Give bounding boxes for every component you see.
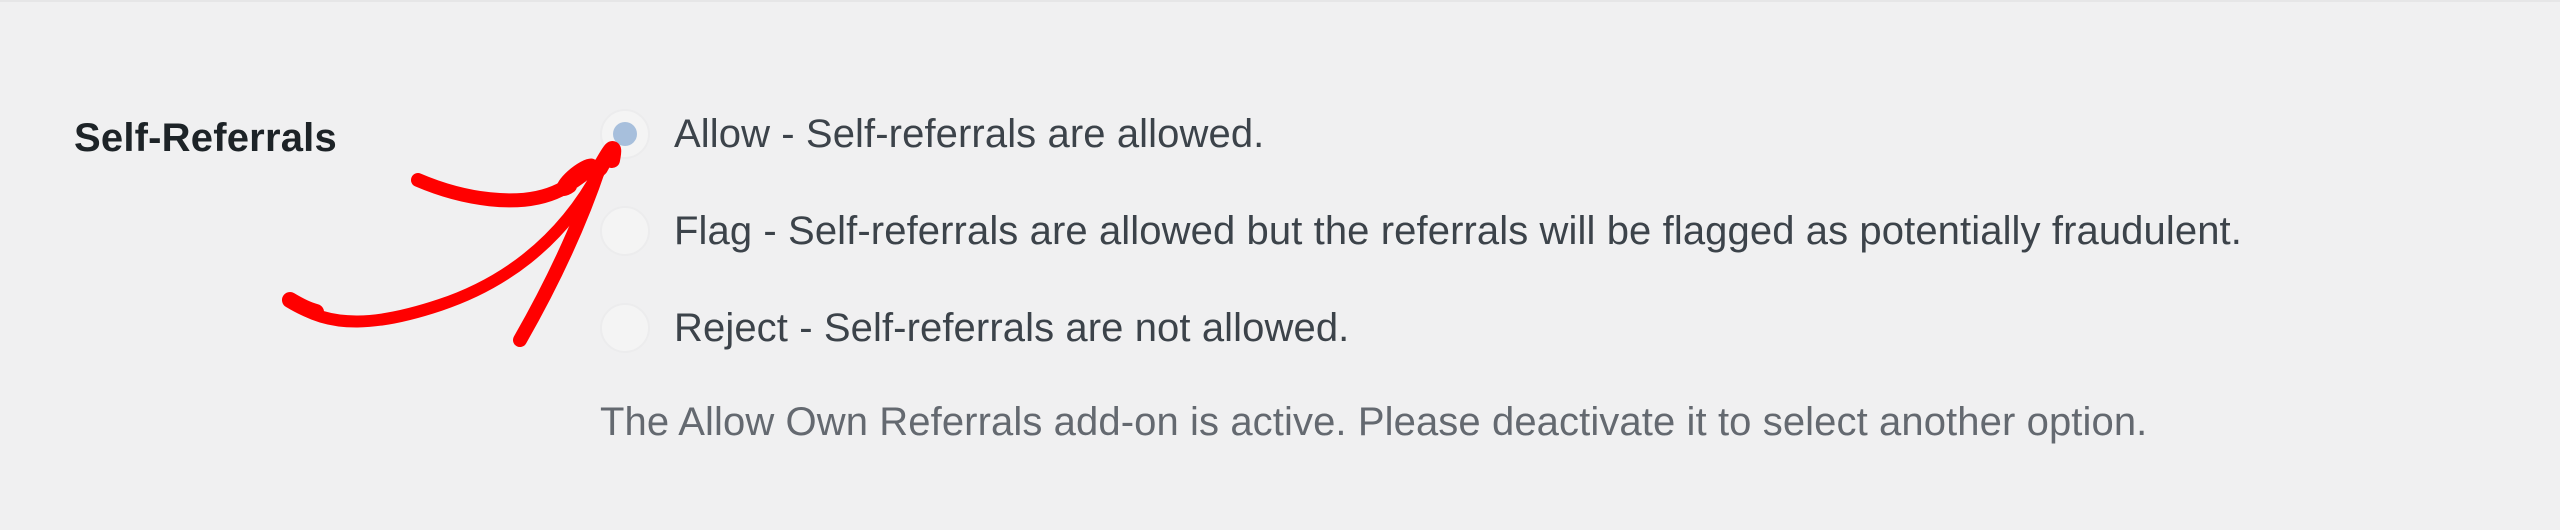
radio-option-flag[interactable]: Flag - Self-referrals are allowed but th… — [600, 201, 2540, 261]
radio-flag[interactable] — [600, 206, 650, 256]
radio-label-flag: Flag - Self-referrals are allowed but th… — [674, 208, 2242, 253]
radio-option-allow[interactable]: Allow - Self-referrals are allowed. — [600, 104, 2540, 164]
top-divider — [0, 0, 2560, 2]
setting-label: Self-Referrals — [74, 116, 337, 160]
radio-selected-dot — [613, 122, 637, 146]
radio-allow[interactable] — [600, 109, 650, 159]
radio-reject[interactable] — [600, 303, 650, 353]
setting-description: The Allow Own Referrals add-on is active… — [600, 400, 2148, 444]
self-referrals-radio-group: Allow - Self-referrals are allowed. Flag… — [600, 104, 2540, 395]
radio-option-reject[interactable]: Reject - Self-referrals are not allowed. — [600, 298, 2540, 358]
radio-label-allow: Allow - Self-referrals are allowed. — [674, 111, 1265, 156]
radio-label-reject: Reject - Self-referrals are not allowed. — [674, 305, 1350, 350]
